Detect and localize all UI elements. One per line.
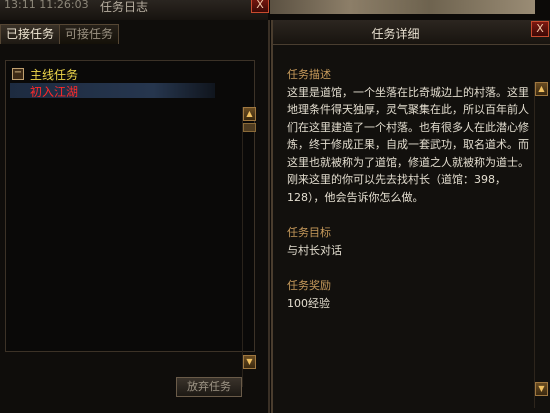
background-scenery xyxy=(270,0,535,14)
detail-scroll-up-arrow-icon[interactable]: ▲ xyxy=(535,82,548,96)
tab-available-quests[interactable]: 可接任务 xyxy=(59,24,120,44)
scroll-down-arrow-icon[interactable]: ▼ xyxy=(243,355,256,369)
goal-text: 与村长对话 xyxy=(287,243,342,257)
reward-heading: 任务奖励 xyxy=(287,279,331,292)
description-heading: 任务描述 xyxy=(287,68,331,81)
scroll-thumb[interactable] xyxy=(243,123,256,132)
clock-text: 13:11 11:26:03 xyxy=(4,0,89,11)
quest-group-label: 主线任务 xyxy=(30,68,79,82)
detail-content: 任务描述 这里是道馆，一个坐落在比奇城边上的村落。这里地理条件得天独厚，灵气聚集… xyxy=(287,66,532,312)
scroll-up-arrow-icon[interactable]: ▲ xyxy=(243,107,256,121)
tab-accepted-quests[interactable]: 已接任务 xyxy=(0,24,61,44)
reward-text: 100经验 xyxy=(287,296,330,310)
close-icon[interactable]: X xyxy=(251,0,269,13)
quest-group-main[interactable]: − 主线任务 xyxy=(10,66,235,82)
detail-title: 任务详细 xyxy=(371,27,420,41)
description-text: 这里是道馆，一个坐落在比奇城边上的村落。这里地理条件得天独厚，灵气聚集在此，所以… xyxy=(287,85,529,204)
quest-list-panel: 已接任务 可接任务 − 主线任务 初入江湖 ▲ ▼ 放弃任务 xyxy=(0,20,270,413)
detail-close-icon[interactable]: X xyxy=(531,21,549,37)
detail-scrollbar[interactable]: ▲ ▼ xyxy=(534,82,549,408)
detail-header: 任务详细 X xyxy=(273,20,550,45)
abandon-quest-button[interactable]: 放弃任务 xyxy=(176,377,242,397)
goal-heading: 任务目标 xyxy=(287,226,331,239)
detail-scroll-down-arrow-icon[interactable]: ▼ xyxy=(535,382,548,396)
quest-item[interactable]: 初入江湖 xyxy=(10,83,215,99)
collapse-icon[interactable]: − xyxy=(12,68,24,80)
quest-list-scrollbar[interactable]: ▲ ▼ xyxy=(242,107,256,387)
quest-list: − 主线任务 初入江湖 ▲ ▼ xyxy=(5,60,256,387)
tab-bar: 已接任务 可接任务 xyxy=(0,22,268,44)
log-titlebar: 13:11 11:26:03 任务日志 X xyxy=(0,0,269,21)
quest-item-label: 初入江湖 xyxy=(30,85,79,99)
log-window-title: 任务日志 xyxy=(100,0,149,14)
quest-detail-panel: 任务详细 X 任务描述 这里是道馆，一个坐落在比奇城边上的村落。这里地理条件得天… xyxy=(271,20,550,413)
